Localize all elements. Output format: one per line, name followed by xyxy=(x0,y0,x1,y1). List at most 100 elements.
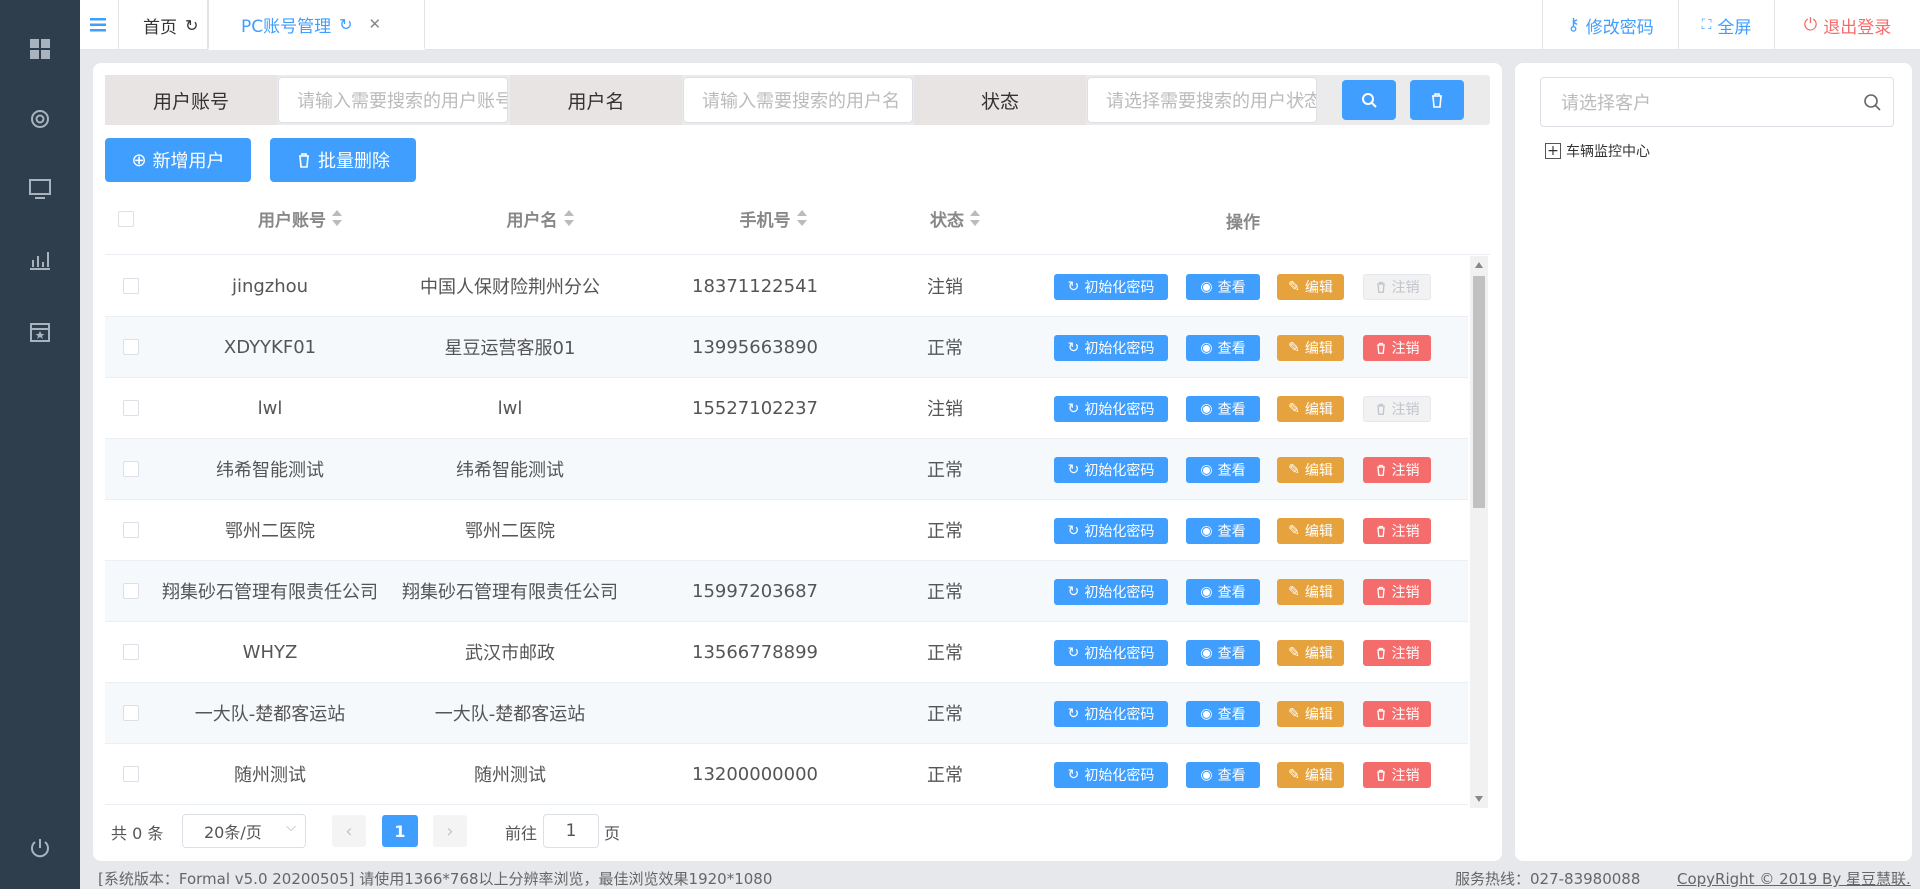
next-page-button[interactable]: › xyxy=(433,815,467,847)
cancel-account-button[interactable]: 注销 xyxy=(1363,274,1431,300)
menu-toggle-icon[interactable] xyxy=(90,17,108,33)
clear-button[interactable] xyxy=(1410,80,1464,120)
row-checkbox[interactable] xyxy=(123,766,139,782)
tree-node-root[interactable]: + 车辆监控中心 xyxy=(1545,141,1650,161)
fullscreen-button[interactable]: ⛶ 全屏 xyxy=(1678,0,1774,50)
row-checkbox[interactable] xyxy=(123,339,139,355)
view-button[interactable]: ◉ 查看 xyxy=(1186,762,1260,788)
row-checkbox[interactable] xyxy=(123,278,139,294)
refresh-icon[interactable]: ↻ xyxy=(185,16,198,35)
logout-button[interactable]: ⏻ 退出登录 xyxy=(1774,0,1920,50)
customer-search-input[interactable]: 请选择客户 xyxy=(1540,77,1894,127)
row-checkbox[interactable] xyxy=(123,400,139,416)
select-all-checkbox[interactable] xyxy=(118,211,134,227)
table-scrollbar[interactable] xyxy=(1470,256,1488,808)
table-row[interactable]: lwl lwl 15527102237 注销 ↻ 初始化密码 ◉ 查看 ✎ 编辑 注销 xyxy=(105,378,1468,439)
gear-icon[interactable] xyxy=(26,105,54,133)
sort-icon[interactable] xyxy=(970,210,980,226)
column-header-status[interactable]: 状态 xyxy=(875,206,1035,231)
table-row[interactable]: 翔集砂石管理有限责任公司 翔集砂石管理有限责任公司 15997203687 正常 ↻ 初始… xyxy=(105,561,1468,622)
batch-delete-button[interactable]: 批量删除 xyxy=(270,138,416,182)
scroll-down-icon[interactable] xyxy=(1475,796,1483,802)
change-password-button[interactable]: ⚷ 修改密码 xyxy=(1542,0,1678,50)
view-button[interactable]: ◉ 查看 xyxy=(1186,701,1260,727)
reset-password-button[interactable]: ↻ 初始化密码 xyxy=(1054,579,1168,605)
table-row[interactable]: 随州测试 随州测试 13200000000 正常 ↻ 初始化密码 ◉ 查看 ✎ 编辑 注销 xyxy=(105,744,1468,805)
cancel-account-button[interactable]: 注销 xyxy=(1363,335,1431,361)
scroll-up-icon[interactable] xyxy=(1475,262,1483,268)
view-button[interactable]: ◉ 查看 xyxy=(1186,274,1260,300)
row-checkbox[interactable] xyxy=(123,461,139,477)
expand-icon[interactable]: + xyxy=(1545,143,1561,159)
view-button[interactable]: ◉ 查看 xyxy=(1186,640,1260,666)
cancel-account-button[interactable]: 注销 xyxy=(1363,457,1431,483)
dashboard-icon[interactable] xyxy=(26,35,54,63)
row-checkbox[interactable] xyxy=(123,522,139,538)
page-size-select[interactable]: 20条/页 ⌵ xyxy=(182,814,306,848)
monitor-icon[interactable] xyxy=(26,175,54,203)
edit-button[interactable]: ✎ 编辑 xyxy=(1277,274,1344,300)
cancel-account-button[interactable]: 注销 xyxy=(1363,701,1431,727)
edit-label: 编辑 xyxy=(1304,585,1333,601)
table-row[interactable]: jingzhou 中国人保财险荆州分公 18371122541 注销 ↻ 初始化密码 ◉ 查看… xyxy=(105,256,1468,317)
sort-icon[interactable] xyxy=(332,210,342,226)
edit-button[interactable]: ✎ 编辑 xyxy=(1277,579,1344,605)
table-row[interactable]: 纬希智能测试 纬希智能测试 正常 ↻ 初始化密码 ◉ 查看 ✎ 编辑 注销 xyxy=(105,439,1468,500)
table-row[interactable]: WHYZ 武汉市邮政 13566778899 正常 ↻ 初始化密码 ◉ 查看 ✎ 编辑 注销 xyxy=(105,622,1468,683)
table-row[interactable]: 一大队-楚都客运站 一大队-楚都客运站 正常 ↻ 初始化密码 ◉ 查看 ✎ 编辑 注销 xyxy=(105,683,1468,744)
account-search-input[interactable]: 请输入需要搜索的用户账号 xyxy=(278,77,508,123)
reset-password-button[interactable]: ↻ 初始化密码 xyxy=(1054,335,1168,361)
edit-button[interactable]: ✎ 编辑 xyxy=(1277,640,1344,666)
reset-password-button[interactable]: ↻ 初始化密码 xyxy=(1054,640,1168,666)
refresh-icon[interactable]: ↻ xyxy=(339,15,352,34)
reset-password-button[interactable]: ↻ 初始化密码 xyxy=(1054,457,1168,483)
reset-password-button[interactable]: ↻ 初始化密码 xyxy=(1054,762,1168,788)
close-icon[interactable]: ✕ xyxy=(369,15,382,33)
page-number-current[interactable]: 1 xyxy=(382,815,418,847)
reset-password-button[interactable]: ↻ 初始化密码 xyxy=(1054,274,1168,300)
view-button[interactable]: ◉ 查看 xyxy=(1186,518,1260,544)
column-header-account[interactable]: 用户账号 xyxy=(220,206,380,231)
chart-icon[interactable] xyxy=(26,245,54,273)
view-button[interactable]: ◉ 查看 xyxy=(1186,396,1260,422)
sort-icon[interactable] xyxy=(796,210,807,226)
edit-button[interactable]: ✎ 编辑 xyxy=(1277,396,1344,422)
edit-button[interactable]: ✎ 编辑 xyxy=(1277,457,1344,483)
view-button[interactable]: ◉ 查看 xyxy=(1186,457,1260,483)
prev-page-button[interactable]: ‹ xyxy=(332,815,366,847)
scroll-thumb[interactable] xyxy=(1473,276,1485,508)
search-icon[interactable] xyxy=(1863,93,1881,111)
edit-button[interactable]: ✎ 编辑 xyxy=(1277,518,1344,544)
column-header-phone[interactable]: 手机号 xyxy=(693,206,853,231)
edit-button[interactable]: ✎ 编辑 xyxy=(1277,701,1344,727)
table-row[interactable]: XDYYKF01 星豆运营客服01 13995663890 正常 ↻ 初始化密码 ◉ 查看 ✎ 编… xyxy=(105,317,1468,378)
row-checkbox[interactable] xyxy=(123,705,139,721)
reset-password-button[interactable]: ↻ 初始化密码 xyxy=(1054,701,1168,727)
copyright-link[interactable]: CopyRight © 2019 By 星豆慧联. xyxy=(1677,868,1911,889)
cancel-account-button[interactable]: 注销 xyxy=(1363,396,1431,422)
power-icon[interactable] xyxy=(26,834,54,862)
calendar-icon[interactable] xyxy=(26,318,54,346)
username-search-input[interactable]: 请输入需要搜索的用户名 xyxy=(683,77,913,123)
cancel-account-button[interactable]: 注销 xyxy=(1363,579,1431,605)
goto-page-input[interactable]: 1 xyxy=(543,814,599,848)
tab-pc-account[interactable]: PC账号管理 ↻ ✕ xyxy=(208,0,425,50)
view-button[interactable]: ◉ 查看 xyxy=(1186,335,1260,361)
column-header-username[interactable]: 用户名 xyxy=(460,206,620,231)
reset-password-button[interactable]: ↻ 初始化密码 xyxy=(1054,396,1168,422)
edit-button[interactable]: ✎ 编辑 xyxy=(1277,762,1344,788)
view-button[interactable]: ◉ 查看 xyxy=(1186,579,1260,605)
sort-icon[interactable] xyxy=(563,210,574,226)
row-checkbox[interactable] xyxy=(123,644,139,660)
edit-button[interactable]: ✎ 编辑 xyxy=(1277,335,1344,361)
cancel-account-button[interactable]: 注销 xyxy=(1363,518,1431,544)
cancel-account-button[interactable]: 注销 xyxy=(1363,762,1431,788)
search-button[interactable] xyxy=(1342,80,1396,120)
cancel-account-button[interactable]: 注销 xyxy=(1363,640,1431,666)
status-select[interactable]: 请选择需要搜索的用户状态 ⌵ xyxy=(1087,77,1317,123)
row-checkbox[interactable] xyxy=(123,583,139,599)
reset-password-button[interactable]: ↻ 初始化密码 xyxy=(1054,518,1168,544)
tab-home[interactable]: 首页 ↻ xyxy=(118,0,208,50)
add-user-button[interactable]: ⊕ 新增用户 xyxy=(105,138,251,182)
table-row[interactable]: 鄂州二医院 鄂州二医院 正常 ↻ 初始化密码 ◉ 查看 ✎ 编辑 注销 xyxy=(105,500,1468,561)
